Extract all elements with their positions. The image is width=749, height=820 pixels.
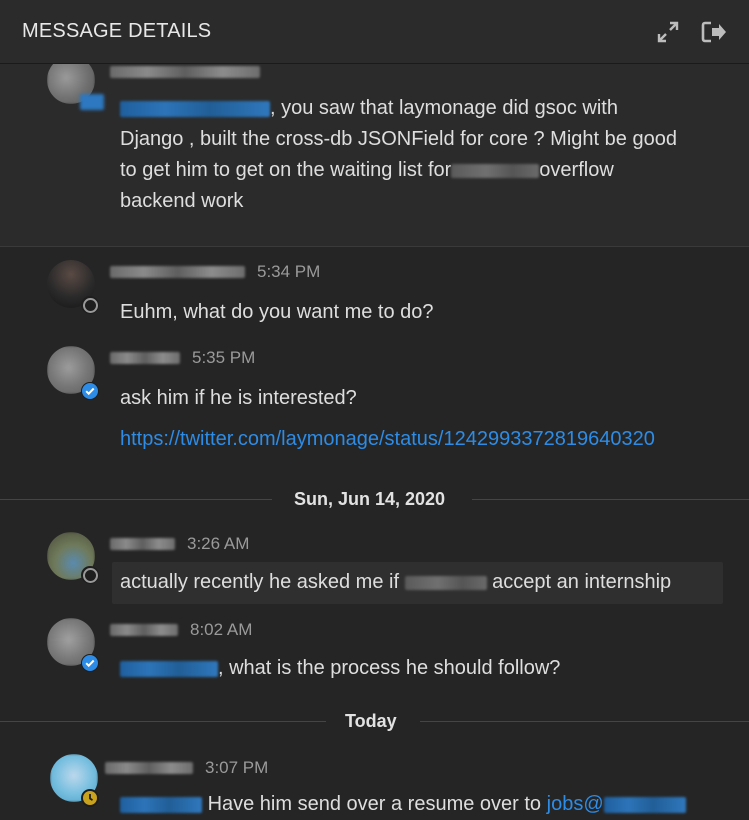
message-text: Have him send over a resume over to jobs… bbox=[120, 789, 686, 820]
message-meta: 3:26 AM bbox=[110, 534, 249, 554]
offline-status-icon bbox=[81, 566, 99, 584]
redacted-text bbox=[451, 163, 540, 178]
email-link[interactable]: jobs@ bbox=[547, 793, 604, 815]
date-divider: Sun, Jun 14, 2020 bbox=[0, 489, 749, 509]
redacted-username bbox=[110, 66, 260, 78]
verified-status-icon bbox=[81, 654, 99, 672]
message-text: actually recently he asked me if accept … bbox=[120, 571, 672, 593]
message-list[interactable]: , you saw that laymonage did gsoc with D… bbox=[0, 64, 749, 820]
message-text: , what is the process he should follow? bbox=[120, 653, 560, 684]
message-text: Euhm, what do you want me to do? bbox=[120, 301, 434, 323]
redacted-mention[interactable] bbox=[120, 100, 270, 117]
redacted-text bbox=[404, 575, 487, 590]
redacted-mention[interactable] bbox=[120, 796, 202, 813]
divider-line bbox=[0, 721, 326, 722]
message-meta: 5:34 PM bbox=[110, 262, 320, 282]
divider-line bbox=[420, 721, 749, 722]
timestamp: 5:35 PM bbox=[192, 348, 256, 367]
timestamp: 5:34 PM bbox=[257, 262, 321, 281]
date-divider: Today bbox=[0, 711, 749, 731]
expand-arrows-icon[interactable] bbox=[655, 19, 681, 45]
message-meta: 5:35 PM bbox=[110, 348, 255, 368]
timestamp: 8:02 AM bbox=[190, 620, 253, 639]
verified-status-icon bbox=[81, 382, 99, 400]
message-details-header: MESSAGE DETAILS bbox=[0, 0, 749, 64]
message-link[interactable]: https://twitter.com/laymonage/status/124… bbox=[120, 424, 655, 455]
message-meta: 8:02 AM bbox=[110, 620, 252, 640]
redacted-username bbox=[110, 538, 175, 550]
redacted-username bbox=[110, 624, 178, 636]
away-status-icon bbox=[81, 789, 99, 807]
redacted-username bbox=[110, 352, 180, 364]
redacted-email-domain[interactable] bbox=[603, 796, 686, 813]
message-meta: 3:07 PM bbox=[105, 758, 268, 778]
redacted-username bbox=[110, 266, 245, 278]
status-badge bbox=[80, 94, 104, 110]
message-meta bbox=[110, 66, 260, 78]
divider-line bbox=[472, 499, 749, 500]
divider-line bbox=[0, 499, 272, 500]
timestamp: 3:07 PM bbox=[205, 758, 269, 777]
redacted-mention[interactable] bbox=[120, 660, 218, 677]
highlighted-message[interactable]: , you saw that laymonage did gsoc with D… bbox=[0, 64, 749, 247]
date-label: Today bbox=[345, 711, 397, 731]
header-actions bbox=[655, 19, 727, 45]
page-title: MESSAGE DETAILS bbox=[22, 20, 212, 42]
message-text: ask him if he is interested? bbox=[120, 387, 357, 409]
offline-status-icon bbox=[81, 296, 99, 314]
timestamp: 3:26 AM bbox=[187, 534, 250, 553]
redacted-username bbox=[105, 762, 193, 774]
message-text: , you saw that laymonage did gsoc with D… bbox=[120, 97, 677, 212]
exit-icon[interactable] bbox=[701, 19, 727, 45]
date-label: Sun, Jun 14, 2020 bbox=[294, 489, 446, 509]
